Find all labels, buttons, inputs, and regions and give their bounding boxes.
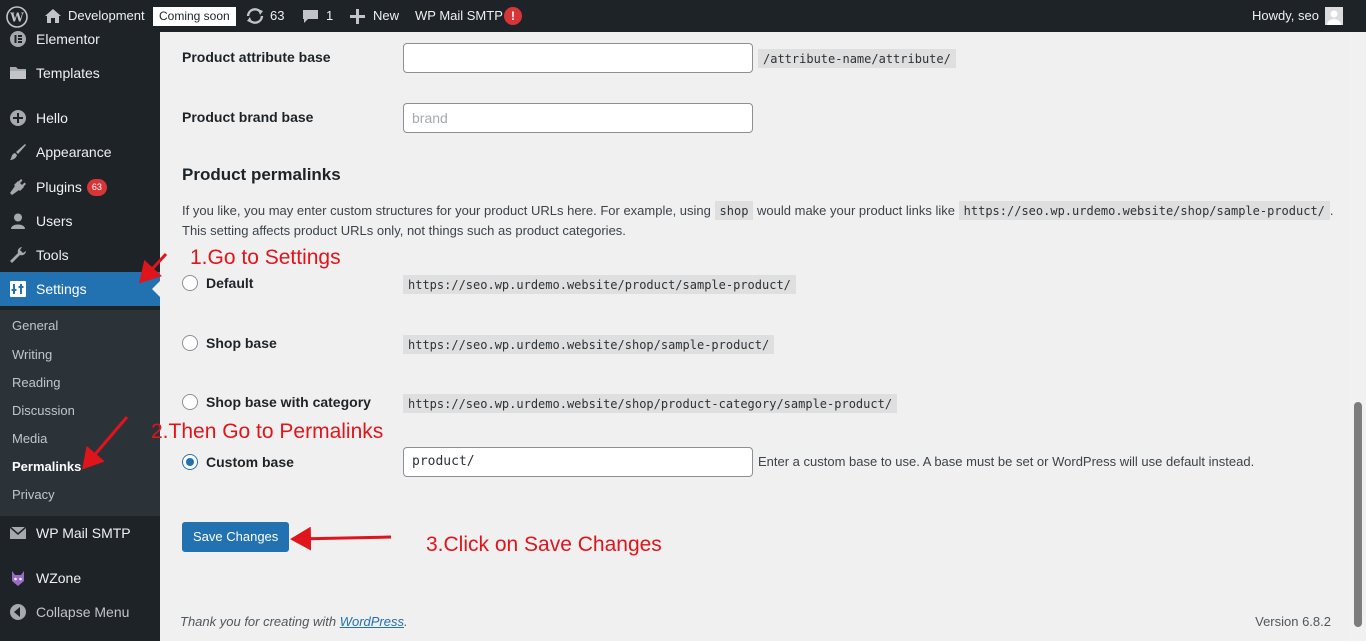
user-icon (9, 212, 27, 230)
attribute-base-label: Product attribute base (182, 49, 331, 65)
avatar[interactable] (1325, 7, 1343, 25)
wp-mail-smtp-link[interactable]: WP Mail SMTP (415, 0, 503, 32)
option-example: https://seo.wp.urdemo.website/shop/produ… (403, 394, 898, 413)
submenu-item-writing[interactable]: Writing (12, 345, 52, 365)
sidebar-item-label: WZone (36, 570, 82, 586)
submenu-item-reading[interactable]: Reading (12, 373, 60, 393)
sidebar-item-users[interactable]: Users (0, 204, 160, 238)
submenu-item-media[interactable]: Media (12, 429, 47, 449)
sidebar-item-label: Collapse Menu (36, 604, 130, 620)
sidebar-item-label: Settings (36, 281, 87, 297)
custom-base-hint: Enter a custom base to use. A base must … (758, 454, 1255, 469)
sidebar-item-settings[interactable]: Settings (0, 272, 160, 306)
mail-icon (9, 524, 27, 542)
sidebar-item-label: Elementor (36, 31, 100, 47)
option-label: Shop base (206, 335, 277, 351)
radio-default[interactable] (182, 275, 198, 291)
radio-shop-base[interactable] (182, 335, 198, 351)
permalinks-description: If you like, you may enter custom struct… (182, 201, 1334, 238)
sidebar-item-label: Tools (36, 247, 69, 263)
current-menu-arrow (152, 281, 160, 297)
new-content-link[interactable]: New (373, 0, 399, 32)
option-label: Default (206, 275, 254, 291)
radio-shop-base-category[interactable] (182, 394, 198, 410)
settings-icon (9, 280, 27, 298)
admin-bar: W Development Coming soon 63 1 New WP Ma… (0, 0, 1366, 32)
option-example: https://seo.wp.urdemo.website/shop/sampl… (403, 335, 775, 354)
sidebar-item-label: Templates (36, 65, 100, 81)
sidebar-item-hello[interactable]: Hello (0, 101, 160, 135)
elementor-icon (9, 30, 27, 48)
wrench-icon (9, 246, 27, 264)
sidebar-item-templates[interactable]: Templates (0, 56, 160, 90)
option-example: https://seo.wp.urdemo.website/product/sa… (403, 275, 796, 294)
annotation-step1: 1.Go to Settings (190, 246, 341, 269)
wzone-icon (9, 569, 27, 587)
brand-base-label: Product brand base (182, 109, 314, 125)
sidebar-item-label: WP Mail SMTP (36, 525, 131, 541)
sidebar-item-appearance[interactable]: Appearance (0, 135, 160, 169)
footer-thanks: Thank you for creating with WordPress. (180, 614, 408, 629)
submenu-item-privacy[interactable]: Privacy (12, 485, 55, 505)
example-code-shop: shop (714, 201, 754, 220)
version-text: Version 6.8.2 (1255, 614, 1331, 629)
folder-icon (9, 64, 27, 82)
sidebar-item-elementor[interactable]: Elementor (0, 22, 160, 56)
annotation-step3: 3.Click on Save Changes (426, 533, 662, 556)
plug-icon (9, 178, 27, 196)
settings-submenu: General Writing Reading Discussion Media… (0, 310, 160, 516)
comments-count[interactable]: 1 (326, 0, 333, 32)
scrollbar-thumb[interactable] (1354, 402, 1362, 627)
collapse-icon (9, 603, 27, 621)
annotation-step2: 2.Then Go to Permalinks (151, 420, 384, 443)
sidebar-item-label: Appearance (36, 144, 112, 160)
option-label: Shop base with category (206, 394, 371, 410)
sidebar-item-label: Hello (36, 110, 68, 126)
main-content: Product attribute base /attribute-name/a… (160, 32, 1350, 641)
attribute-base-example: /attribute-name/attribute/ (758, 49, 956, 68)
admin-sidebar: Elementor Templates Hello Appearance Plu… (0, 31, 160, 641)
page-scrollbar[interactable] (1350, 32, 1366, 641)
alert-icon[interactable]: ! (504, 7, 522, 25)
sidebar-item-label: Users (36, 213, 73, 229)
sidebar-item-plugins[interactable]: Plugins 63 (0, 170, 160, 204)
collapse-menu-button[interactable]: Collapse Menu (0, 595, 160, 629)
option-label: Custom base (206, 454, 294, 470)
attribute-base-input[interactable] (403, 43, 753, 73)
custom-base-input[interactable]: product/ (403, 447, 753, 477)
updates-count[interactable]: 63 (270, 0, 284, 32)
howdy-user-link[interactable]: Howdy, seo (1252, 0, 1319, 32)
brush-icon (9, 143, 27, 161)
plus-circle-icon (9, 109, 27, 127)
sidebar-item-wp-mail-smtp[interactable]: WP Mail SMTP (0, 516, 160, 550)
submenu-item-general[interactable]: General (12, 316, 58, 336)
sidebar-item-tools[interactable]: Tools (0, 238, 160, 272)
save-changes-button[interactable]: Save Changes (182, 522, 290, 552)
brand-base-input[interactable]: brand (403, 103, 753, 133)
radio-custom-base[interactable] (182, 454, 198, 470)
coming-soon-badge[interactable]: Coming soon (153, 7, 236, 26)
submenu-item-discussion[interactable]: Discussion (12, 401, 75, 421)
sidebar-item-label: Plugins (36, 179, 82, 195)
example-code-url: https://seo.wp.urdemo.website/shop/sampl… (958, 201, 1330, 220)
wordpress-link[interactable]: WordPress (340, 614, 404, 629)
submenu-item-permalinks[interactable]: Permalinks (12, 457, 81, 477)
section-title: Product permalinks (182, 165, 341, 184)
sidebar-item-wzone[interactable]: WZone (0, 561, 160, 595)
plugins-update-badge: 63 (86, 179, 107, 196)
